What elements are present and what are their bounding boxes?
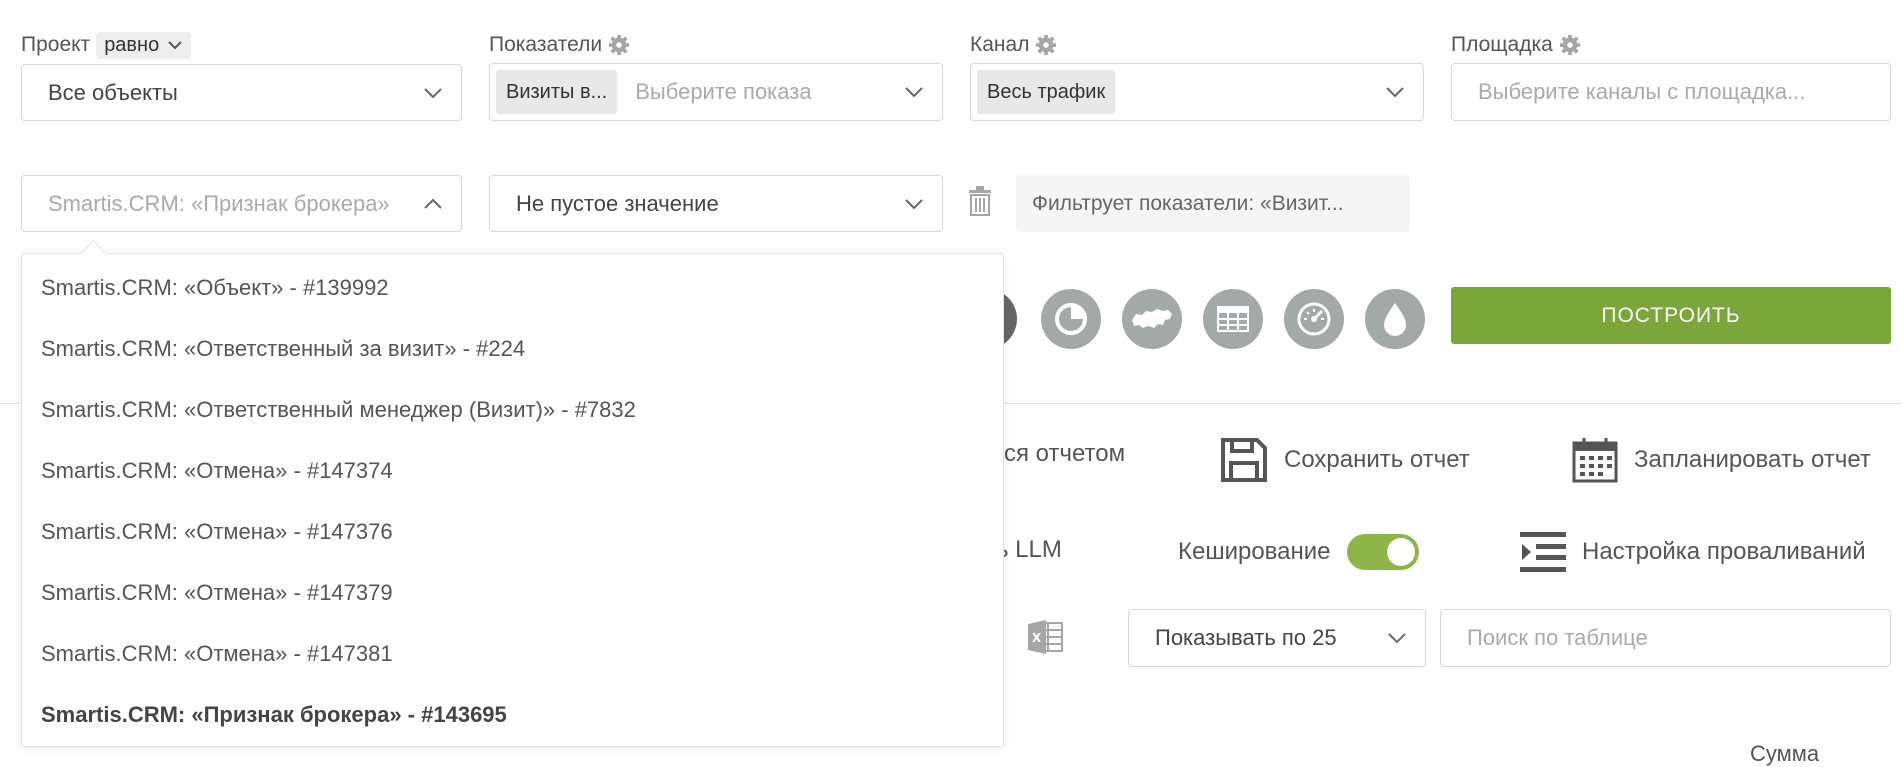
metric-tag[interactable]: Визиты в... [496, 70, 618, 114]
platform-select[interactable]: Выберите каналы с площадка... [1451, 63, 1891, 121]
chevron-up-icon [424, 198, 442, 209]
platform-label: Площадка [1451, 28, 1581, 62]
share-report-action[interactable]: ся отчетом [1004, 440, 1125, 468]
chevron-down-icon [905, 198, 923, 209]
floppy-disk-icon [1221, 438, 1267, 482]
build-button[interactable]: ПОСТРОИТЬ [1451, 287, 1891, 344]
metrics-select[interactable]: Визиты в... Выберите показа [489, 63, 943, 121]
condition-field-dropdown: Smartis.CRM: «Объект» - #139992 Smartis.… [21, 240, 1004, 747]
chevron-down-icon [168, 41, 182, 50]
channel-tag[interactable]: Весь трафик [977, 70, 1116, 114]
chevron-down-icon [1388, 633, 1406, 644]
drilldown-settings-action[interactable]: Настройка проваливаний [1520, 532, 1866, 572]
table-icon [1217, 306, 1249, 332]
dropdown-option[interactable]: Smartis.CRM: «Отмена» - #147374 [41, 458, 393, 484]
table-search-input[interactable]: Поиск по таблице [1440, 609, 1891, 667]
excel-export-icon[interactable]: X [1028, 620, 1064, 654]
chevron-down-icon [1386, 87, 1404, 98]
chart-type-drop[interactable] [1365, 289, 1425, 349]
channel-select[interactable]: Весь трафик [970, 63, 1424, 121]
condition-field-select[interactable]: Smartis.CRM: «Признак брокера» [21, 175, 462, 232]
schedule-report-action[interactable]: Запланировать отчет [1572, 437, 1871, 483]
caching-toggle[interactable] [1346, 534, 1419, 570]
dropdown-option[interactable]: Smartis.CRM: «Отмена» - #147376 [41, 519, 393, 545]
gear-icon[interactable] [1035, 34, 1057, 56]
drop-icon [1384, 303, 1406, 336]
chevron-down-icon [424, 87, 442, 98]
dropdown-option-selected[interactable]: Smartis.CRM: «Признак брокера» - #143695 [41, 702, 507, 728]
chart-type-gauge[interactable] [1284, 289, 1344, 349]
gear-icon[interactable] [608, 34, 630, 56]
dropdown-option[interactable]: Smartis.CRM: «Ответственный за визит» - … [41, 336, 525, 362]
pie-chart-icon [1055, 303, 1087, 335]
metrics-label: Показатели [489, 28, 630, 62]
dropdown-option[interactable]: Smartis.CRM: «Отмена» - #147379 [41, 580, 393, 606]
calendar-icon [1572, 438, 1618, 483]
svg-text:X: X [1032, 631, 1042, 645]
dropdown-caret [80, 240, 107, 267]
condition-operator-select[interactable]: Не пустое значение [489, 175, 943, 232]
gear-icon[interactable] [1559, 34, 1581, 56]
project-operator-select[interactable]: равно [96, 31, 192, 59]
dropdown-option[interactable]: Smartis.CRM: «Ответственный менеджер (Ви… [41, 397, 636, 423]
project-label: Проект равно [21, 28, 192, 62]
save-report-action[interactable]: Сохранить отчет [1220, 437, 1470, 483]
indent-list-icon [1520, 532, 1566, 572]
column-header-sum[interactable]: Сумма [1750, 741, 1819, 767]
page-size-select[interactable]: Показывать по 25 [1128, 609, 1426, 667]
chart-type-pie[interactable] [1041, 289, 1101, 349]
filter-note: Фильтрует показатели: «Визит... [1016, 175, 1410, 232]
trash-icon[interactable] [968, 186, 992, 216]
channel-label: Канал [970, 28, 1057, 62]
metrics-search[interactable]: Выберите показа [617, 79, 811, 105]
project-select[interactable]: Все объекты [21, 64, 462, 121]
dropdown-option[interactable]: Smartis.CRM: «Объект» - #139992 [41, 275, 389, 301]
chevron-down-icon [905, 87, 923, 98]
chart-type-table[interactable] [1203, 289, 1263, 349]
caching-setting: Кеширование [1178, 534, 1419, 570]
toggle-knob [1386, 538, 1415, 566]
dropdown-option[interactable]: Smartis.CRM: «Отмена» - #147381 [41, 641, 393, 667]
russia-map-icon [1132, 309, 1172, 328]
gauge-icon [1297, 302, 1331, 336]
chart-type-map[interactable] [1122, 289, 1182, 349]
